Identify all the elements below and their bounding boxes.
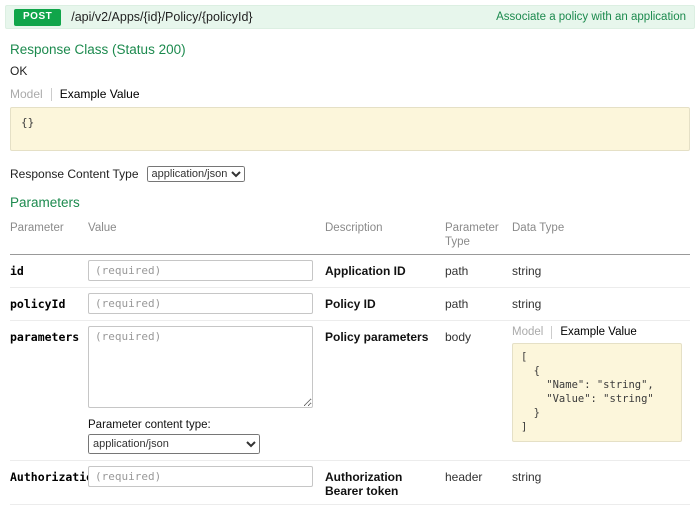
parameter-model-tabs: Model Example Value [512,326,682,339]
param-input-authorization[interactable] [88,466,313,487]
param-type-parameters: body [445,326,512,344]
operation-summary-link[interactable]: Associate a policy with an application [496,11,686,23]
operation-body: Response Class (Status 200) OK Model Exa… [5,42,695,505]
tab-model[interactable]: Model [10,87,43,101]
param-type-authorization: header [445,466,512,484]
operation-header[interactable]: POST /api/v2/Apps/{id}/Policy/{policyId}… [5,5,695,29]
table-row-policyid: policyId Policy ID path string [10,288,690,321]
http-method-badge: POST [14,9,61,26]
param-description-policyid: Policy ID [325,293,445,311]
column-header-description: Description [325,222,445,236]
param-input-policyid[interactable] [88,293,313,314]
tab-model-parameters[interactable]: Model [512,326,543,338]
param-name-policyid: policyId [10,293,88,311]
param-description-id: Application ID [325,260,445,278]
table-row-authorization: Authorization Authorization Bearer token… [10,461,690,505]
parameters-heading: Parameters [10,195,690,210]
column-header-value: Value [88,222,325,236]
column-header-data-type: Data Type [512,222,690,236]
param-description-authorization: Authorization Bearer token [325,466,445,498]
param-type-id: path [445,260,512,278]
parameters-table: Parameter Value Description Parameter Ty… [10,217,690,505]
param-name-authorization: Authorization [10,466,88,484]
parameter-content-type-select[interactable]: application/json [88,434,260,454]
response-class-heading: Response Class (Status 200) [10,42,690,57]
data-type-authorization: string [512,466,690,484]
operation-panel: POST /api/v2/Apps/{id}/Policy/{policyId}… [5,5,695,505]
parameter-content-type-label: Parameter content type: [88,419,317,431]
response-content-type-select[interactable]: application/json [147,166,245,182]
param-description-parameters: Policy parameters [325,326,445,344]
response-example-code: {} [10,107,690,151]
tab-example-value-parameters[interactable]: Example Value [560,326,637,338]
parameter-example-code[interactable]: [ { "Name": "string", "Value": "string" … [512,343,682,442]
param-type-policyid: path [445,293,512,311]
response-content-type-row: Response Content Type application/json [10,166,690,182]
param-textarea-parameters[interactable] [88,326,313,408]
column-header-parameter-type: Parameter Type [445,222,512,250]
endpoint-path[interactable]: /api/v2/Apps/{id}/Policy/{policyId} [71,10,252,24]
param-name-parameters: parameters [10,326,88,344]
param-name-id: id [10,260,88,278]
parameters-table-header: Parameter Value Description Parameter Ty… [10,217,690,255]
response-status-text: OK [10,64,690,78]
response-tabs: Model Example Value [10,87,690,101]
tab-divider [551,326,552,339]
tab-example-value[interactable]: Example Value [60,87,140,101]
data-type-parameters: Model Example Value [ { "Name": "string"… [512,326,690,442]
param-input-id[interactable] [88,260,313,281]
data-type-policyid: string [512,293,690,311]
response-content-type-label: Response Content Type [10,167,139,181]
data-type-id: string [512,260,690,278]
tab-divider [51,88,52,101]
table-row-id: id Application ID path string [10,255,690,288]
column-header-parameter: Parameter [10,222,88,236]
table-row-parameters: parameters Parameter content type: appli… [10,321,690,461]
